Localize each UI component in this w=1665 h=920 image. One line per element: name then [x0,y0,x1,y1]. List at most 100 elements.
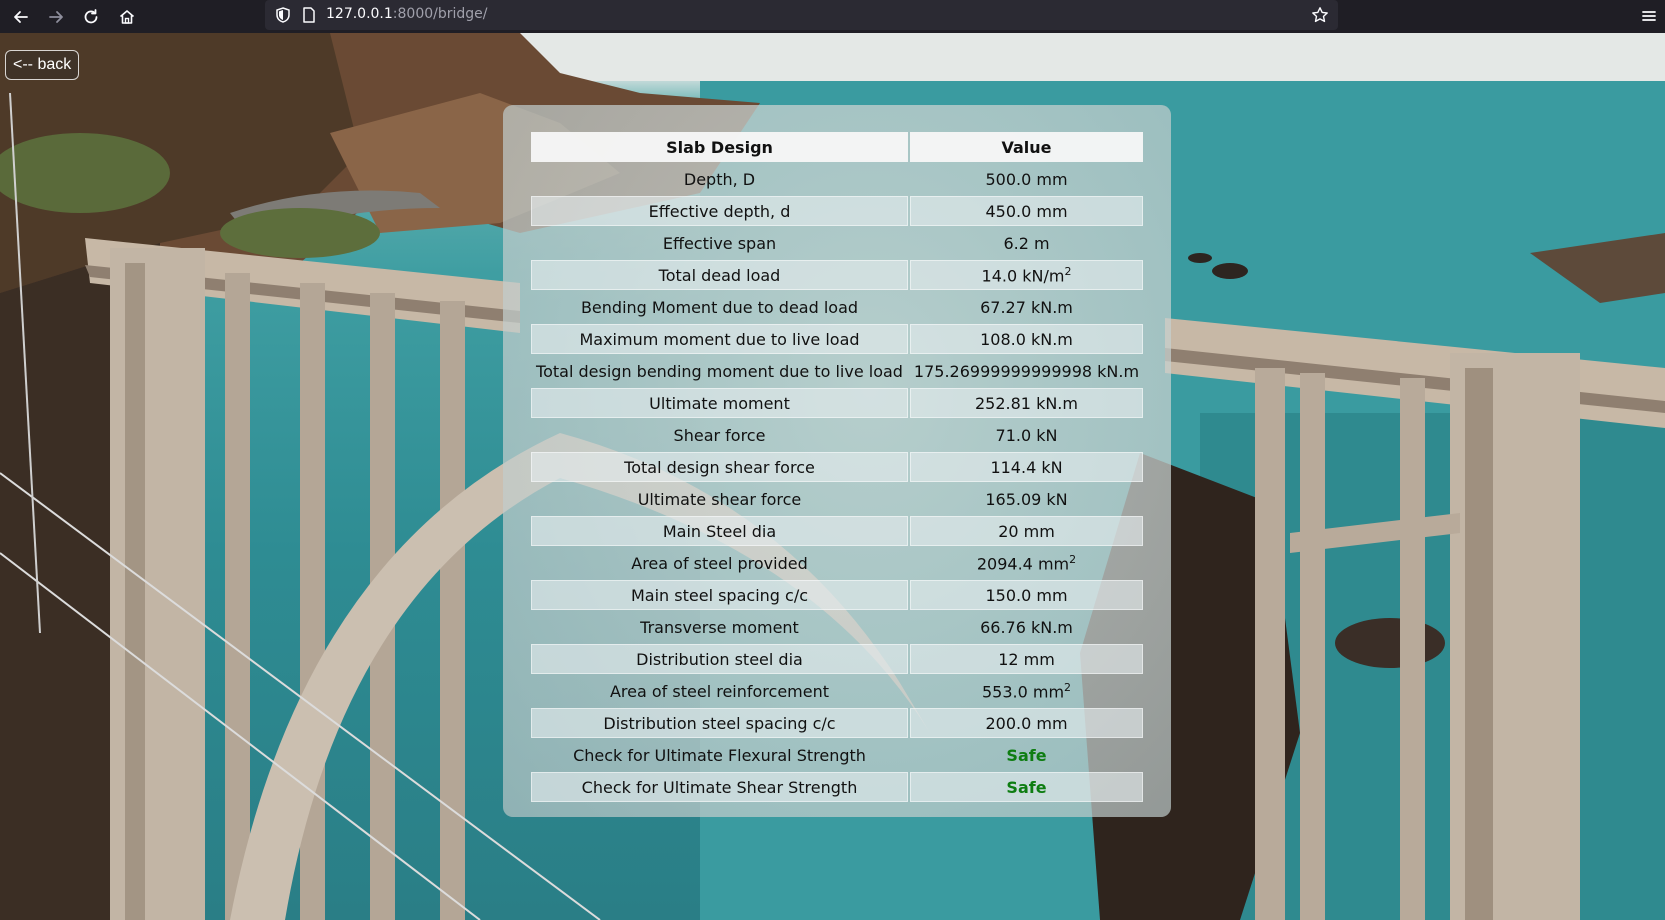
address-bar[interactable]: 127.0.0.1:8000/bridge/ [265,0,1338,30]
table-row: Bending Moment due to dead load 67.27 kN.… [531,292,1143,322]
row-label: Total dead load [531,260,908,290]
table-row: Total design bending moment due to live … [531,356,1143,386]
bookmark-star-icon[interactable] [1311,6,1329,24]
row-value: 12 mm [910,644,1143,674]
row-value: 66.76 kN.m [910,612,1143,642]
table-row: Main steel spacing c/c 150.0 mm [531,580,1143,610]
value-text: 450.0 mm [985,201,1068,221]
slab-design-table: Slab Design Value Depth, D 500.0 mm Effect… [529,130,1145,804]
table-header-row: Slab Design Value [531,132,1143,162]
row-value: 450.0 mm [910,196,1143,226]
table-row: Distribution steel dia 12 mm [531,644,1143,674]
row-label: Transverse moment [640,617,799,637]
url-text[interactable]: 127.0.0.1:8000/bridge/ [326,6,488,22]
value-text: 71.0 kN [995,425,1058,445]
row-value: 6.2 m [910,228,1143,258]
table-row: Total design shear force 114.4 kN [531,452,1143,482]
row-value: 175.26999999999998 kN.m [910,356,1143,386]
table-row: Effective depth, d 450.0 mm [531,196,1143,226]
row-label: Main steel spacing c/c [531,580,908,610]
row-label: Main Steel dia [531,516,908,546]
status-value: Safe [910,740,1143,770]
shield-icon[interactable] [274,6,292,24]
page-icon[interactable] [300,6,318,24]
value-text: 200.0 mm [985,713,1068,733]
value-text: 114.4 kN [990,457,1063,477]
status-value: Safe [910,772,1143,802]
table-row: Check for Ultimate Shear Strength Safe [531,772,1143,802]
row-value: 165.09 kN [910,484,1143,514]
row-label: Distribution steel spacing c/c [531,708,908,738]
row-value: 114.4 kN [910,452,1143,482]
row-label: Shear force [673,425,766,445]
hamburger-menu-icon[interactable] [1639,6,1659,26]
column-header-value: Value [910,132,1143,162]
table-row: Maximum moment due to live load 108.0 kN.… [531,324,1143,354]
value-text: 66.76 kN.m [980,617,1073,637]
home-icon[interactable] [114,4,140,30]
row-label: Ultimate moment [531,388,908,418]
row-value: 150.0 mm [910,580,1143,610]
value-text: 165.09 kN [985,489,1068,509]
unit-superscript: 2 [1064,680,1072,694]
row-value: 200.0 mm [910,708,1143,738]
value-text: 175.26999999999998 kN.m [913,361,1140,381]
row-label: Depth, D [683,169,756,189]
row-label: Check for Ultimate Shear Strength [531,772,908,802]
value-text: 500.0 mm [985,169,1068,189]
results-card: Slab Design Value Depth, D 500.0 mm Effect… [503,105,1171,817]
row-value: 71.0 kN [910,420,1143,450]
value-text: 67.27 kN.m [980,297,1073,317]
table-row: Main Steel dia 20 mm [531,516,1143,546]
table-row: Total dead load 14.0 kN/m2 [531,260,1143,290]
row-label: Effective depth, d [531,196,908,226]
back-button[interactable]: <-- back [5,50,80,80]
table-row: Area of steel reinforcement 553.0 mm2 [531,676,1143,706]
value-text: 553.0 mm [981,682,1065,702]
row-value: 20 mm [910,516,1143,546]
unit-superscript: 2 [1069,552,1077,566]
page-viewport: <-- back Slab Design Value Depth, D 500.0… [0,33,1665,920]
row-label: Bending Moment due to dead load [580,297,859,317]
row-value: 553.0 mm2 [910,676,1143,706]
value-text: Safe [1006,745,1047,765]
row-label: Area of steel provided [631,553,808,573]
value-text: 6.2 m [1003,233,1050,253]
table-body: Depth, D 500.0 mm Effective depth, d 450.0 … [531,164,1143,802]
table-row: Area of steel provided 2094.4 mm2 [531,548,1143,578]
table-row: Distribution steel spacing c/c 200.0 mm [531,708,1143,738]
column-header-slab-design: Slab Design [531,132,908,162]
row-label: Maximum moment due to live load [531,324,908,354]
row-value: 252.81 kN.m [910,388,1143,418]
row-label: Check for Ultimate Flexural Strength [573,745,866,765]
value-text: 20 mm [998,521,1055,541]
row-label: Effective span [662,233,777,253]
value-text: 2094.4 mm [976,554,1070,574]
row-value: 2094.4 mm2 [910,548,1143,578]
table-row: Shear force 71.0 kN [531,420,1143,450]
back-arrow-icon[interactable] [8,4,34,30]
row-label: Distribution steel dia [531,644,908,674]
value-text: 252.81 kN.m [975,393,1078,413]
row-value: 108.0 kN.m [910,324,1143,354]
browser-toolbar: 127.0.0.1:8000/bridge/ [0,0,1665,33]
row-label: Total design bending moment due to live … [536,361,903,381]
value-text: 14.0 kN/m [981,266,1065,286]
value-text: 108.0 kN.m [980,329,1073,349]
unit-superscript: 2 [1064,264,1072,278]
row-value: 67.27 kN.m [910,292,1143,322]
table-row: Transverse moment 66.76 kN.m [531,612,1143,642]
value-text: 12 mm [998,649,1055,669]
table-row: Ultimate moment 252.81 kN.m [531,388,1143,418]
table-row: Effective span 6.2 m [531,228,1143,258]
forward-arrow-icon[interactable] [43,4,69,30]
row-value: 14.0 kN/m2 [910,260,1143,290]
table-row: Check for Ultimate Flexural Strength Safe [531,740,1143,770]
row-label: Total design shear force [531,452,908,482]
row-label: Ultimate shear force [637,489,802,509]
row-label: Area of steel reinforcement [609,681,830,701]
value-text: 150.0 mm [985,585,1068,605]
reload-icon[interactable] [78,4,104,30]
table-row: Depth, D 500.0 mm [531,164,1143,194]
row-value: 500.0 mm [910,164,1143,194]
